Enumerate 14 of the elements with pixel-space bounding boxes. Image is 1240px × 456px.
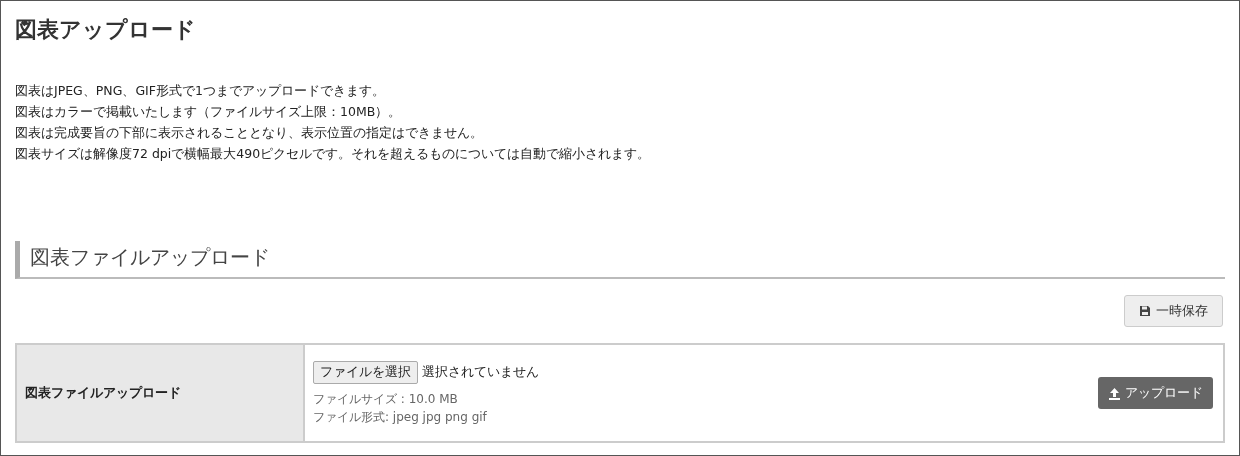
upload-icon xyxy=(1108,386,1121,400)
note-text: 図表はJPEG、PNG、GIF形式で1つまでアップロードできます。 xyxy=(15,82,386,100)
size-hint: ファイルサイズ : 10.0 MB xyxy=(313,390,459,408)
save-button[interactable]: 一時保存 xyxy=(1124,295,1223,327)
choose-file-button[interactable]: ファイルを選択 xyxy=(313,360,418,384)
note-text: 図表は完成要旨の下部に表示されることとなり、表示位置の指定はできません。 xyxy=(15,124,484,142)
upload-button[interactable]: アップロード xyxy=(1098,377,1213,409)
note-text: 図表はカラーで掲載いたします（ファイルサイズ上限：10MB）。 xyxy=(15,103,403,121)
section-heading: 図表ファイルアップロード xyxy=(15,241,1225,279)
note-text: 図表サイズは解像度72 dpiで横幅最大490ピクセルです。それを超えるものについては自動で縮小されます。 xyxy=(15,145,652,163)
file-status: 選択されていません xyxy=(422,363,539,381)
page-title: 図表アップロード xyxy=(15,16,197,44)
field-label: 図表ファイルアップロード xyxy=(25,384,181,402)
format-hint: ファイル形式: jpeg jpg png gif xyxy=(313,408,488,426)
